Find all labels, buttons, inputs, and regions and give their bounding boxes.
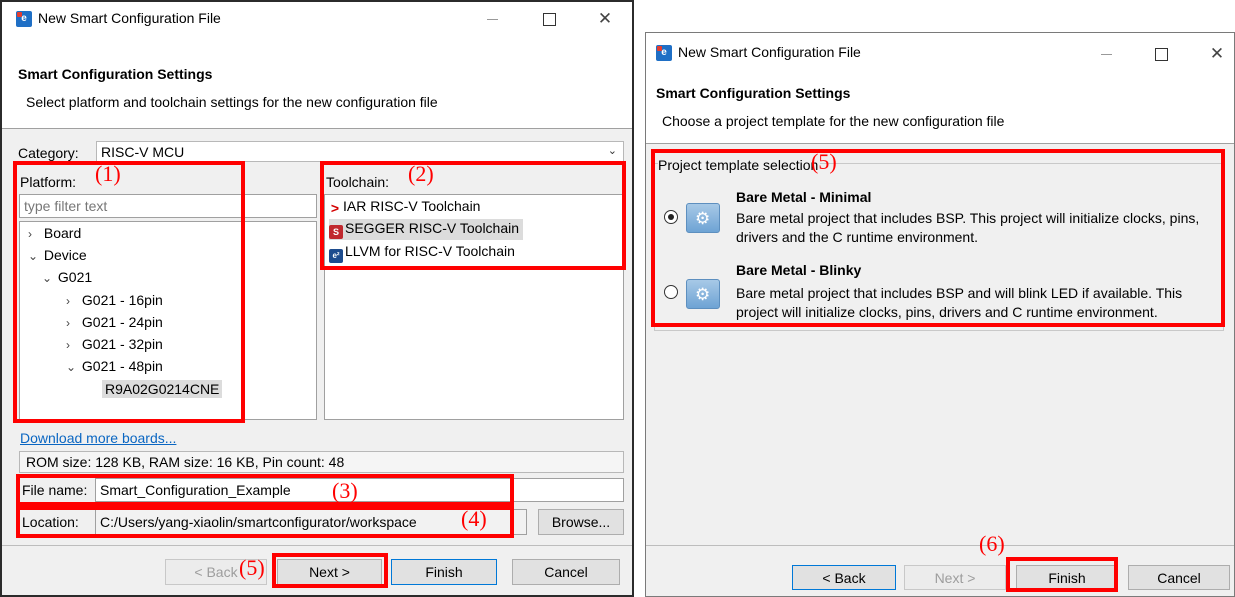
back-button[interactable]: < Back xyxy=(792,565,896,590)
right-header: Smart Configuration Settings Choose a pr… xyxy=(646,69,1234,143)
left-header-desc: Select platform and toolchain settings f… xyxy=(26,94,438,110)
annotation-box-5 xyxy=(272,553,388,588)
right-title-bar[interactable]: e New Smart Configuration File ✕ xyxy=(646,33,1234,69)
right-footer-separator xyxy=(646,545,1234,546)
download-more-boards-link[interactable]: Download more boards... xyxy=(20,430,176,446)
category-combo[interactable]: RISC-V MCU ⌄ xyxy=(96,141,624,162)
chevron-down-icon: ⌄ xyxy=(607,145,617,157)
left-footer-separator xyxy=(2,545,632,546)
annotation-box-2 xyxy=(320,161,626,270)
right-window-title: New Smart Configuration File xyxy=(678,44,861,60)
maximize-icon[interactable] xyxy=(534,6,564,32)
category-label: Category: xyxy=(18,145,79,161)
annotation-label-3: (3) xyxy=(332,478,358,503)
browse-button[interactable]: Browse... xyxy=(538,509,624,535)
device-info: ROM size: 128 KB, RAM size: 16 KB, Pin c… xyxy=(19,451,624,473)
annotation-box-6 xyxy=(1006,557,1118,592)
annotation-label-2: (2) xyxy=(408,161,434,186)
annotation-box-5-right xyxy=(651,149,1225,327)
left-header: Smart Configuration Settings Select plat… xyxy=(2,38,632,128)
cancel-button[interactable]: Cancel xyxy=(1128,565,1230,590)
annotation-label-5-right: (5) xyxy=(811,149,837,174)
smart-configurator-app-icon: e xyxy=(16,11,32,27)
minimize-icon[interactable] xyxy=(1092,41,1122,67)
left-title-bar[interactable]: e New Smart Configuration File ✕ xyxy=(2,2,632,38)
left-dialog-window: e New Smart Configuration File ✕ Smart C… xyxy=(0,0,634,597)
maximize-icon[interactable] xyxy=(1146,41,1176,67)
annotation-box-4 xyxy=(16,506,514,538)
next-button[interactable]: Next > xyxy=(904,565,1006,590)
left-window-title: New Smart Configuration File xyxy=(38,10,221,26)
close-icon[interactable]: ✕ xyxy=(1202,41,1232,67)
annotation-box-1 xyxy=(13,161,245,423)
minimize-icon[interactable] xyxy=(478,6,508,32)
right-dialog-window: e New Smart Configuration File ✕ Smart C… xyxy=(645,32,1235,597)
right-header-title: Smart Configuration Settings xyxy=(656,85,851,101)
annotation-label-4: (4) xyxy=(461,506,487,531)
annotation-label-1: (1) xyxy=(95,161,121,186)
cancel-button[interactable]: Cancel xyxy=(512,559,620,585)
finish-button[interactable]: Finish xyxy=(391,559,497,585)
left-header-separator xyxy=(2,128,632,129)
annotation-label-6: (6) xyxy=(979,531,1005,556)
annotation-label-5: (5) xyxy=(239,555,265,580)
close-icon[interactable]: ✕ xyxy=(590,6,620,32)
left-header-title: Smart Configuration Settings xyxy=(18,66,213,82)
category-value: RISC-V MCU xyxy=(101,144,185,160)
right-header-desc: Choose a project template for the new co… xyxy=(662,113,1005,129)
annotation-box-3 xyxy=(16,474,514,506)
smart-configurator-app-icon: e xyxy=(656,45,672,61)
right-header-separator xyxy=(646,143,1234,144)
